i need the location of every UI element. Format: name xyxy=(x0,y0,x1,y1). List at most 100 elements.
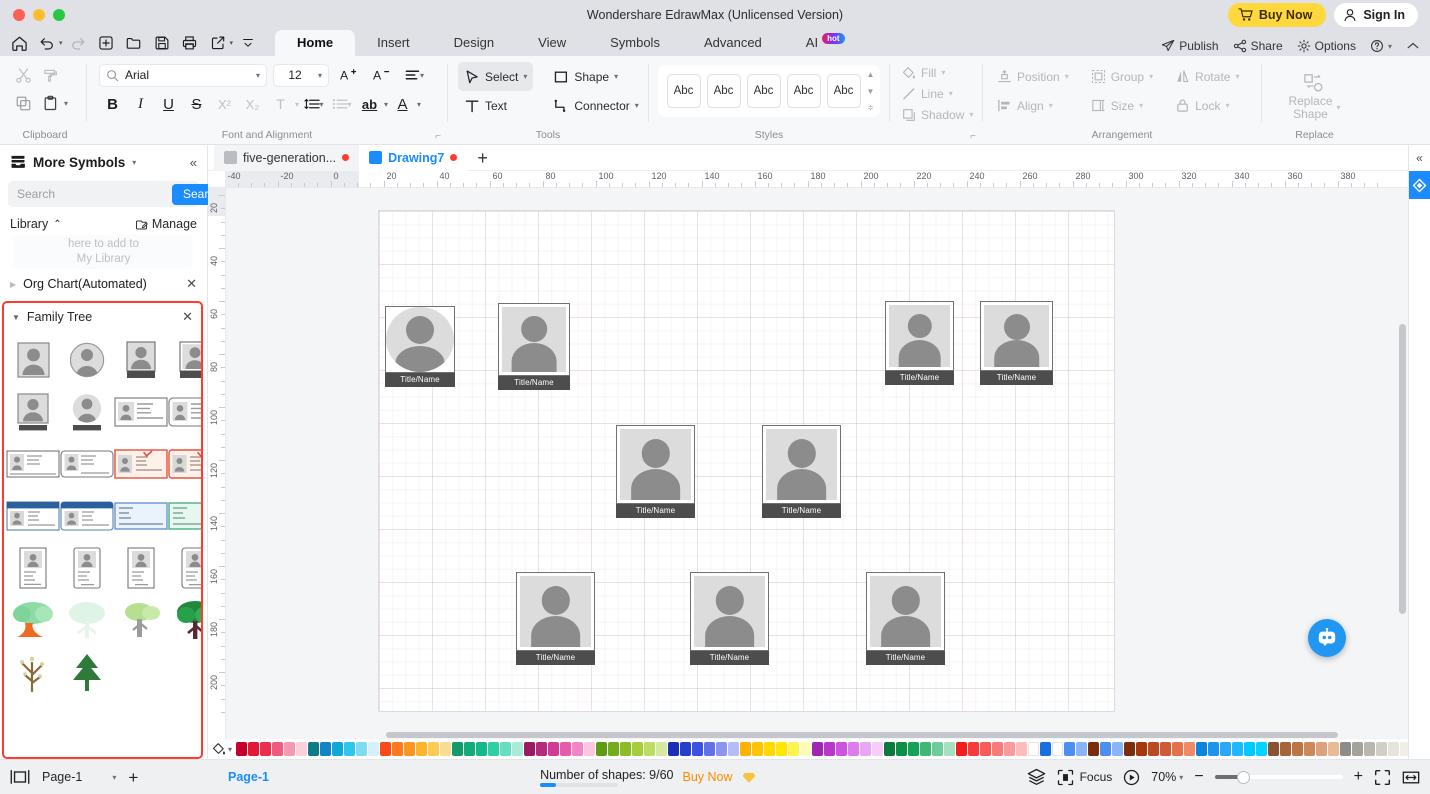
symbol-photo-circle-plain[interactable] xyxy=(60,335,114,385)
home-icon[interactable] xyxy=(6,32,32,54)
symbol-tree-dark-green-icon[interactable] xyxy=(168,595,201,645)
maximize-window-button[interactable] xyxy=(53,9,65,21)
highlight-button[interactable]: ab xyxy=(356,91,383,117)
color-swatch[interactable] xyxy=(896,742,907,756)
color-swatch[interactable] xyxy=(692,742,703,756)
symbol-tree-faded-icon[interactable] xyxy=(60,595,114,645)
family-member-7[interactable]: Title/Name xyxy=(516,572,595,666)
color-swatch[interactable] xyxy=(884,742,895,756)
symbol-card-vertical-3[interactable] xyxy=(114,543,168,593)
replace-shape-caret[interactable]: ▾ xyxy=(1337,103,1341,112)
page-selector[interactable]: Page-1 ▾ xyxy=(42,770,116,784)
align-arr-caret[interactable]: ▾ xyxy=(1049,101,1053,110)
sidebar-item-org-chart-automated[interactable]: ▶ Org Chart(Automated) ✕ xyxy=(0,269,207,299)
color-swatch[interactable] xyxy=(752,742,763,756)
style-preset-2[interactable]: Abc xyxy=(706,74,741,108)
color-swatch[interactable] xyxy=(788,742,799,756)
color-swatch[interactable] xyxy=(1352,742,1363,756)
highlight-caret[interactable]: ▾ xyxy=(384,100,388,109)
search-input[interactable] xyxy=(17,187,172,201)
symbol-photo-title-dark-2[interactable] xyxy=(168,335,201,385)
color-swatch[interactable] xyxy=(1316,742,1327,756)
paste-dropdown-caret[interactable]: ▾ xyxy=(64,99,68,108)
style-preset-5[interactable]: Abc xyxy=(826,74,861,108)
zoom-level-selector[interactable]: 70% ▾ xyxy=(1151,770,1183,784)
family-member-1[interactable]: Title/Name xyxy=(385,306,455,388)
symbol-card-horizontal-line[interactable] xyxy=(6,439,60,489)
tab-view[interactable]: View xyxy=(516,30,588,56)
color-swatch[interactable] xyxy=(920,742,931,756)
library-dropzone[interactable]: here to add to My Library xyxy=(14,235,193,269)
color-swatch[interactable] xyxy=(308,742,319,756)
family-member-5[interactable]: Title/Name xyxy=(616,425,695,519)
select-caret[interactable]: ▾ xyxy=(523,72,527,81)
font-family-box[interactable]: ▾ xyxy=(99,63,267,87)
styles-expand[interactable]: ≑ xyxy=(867,103,874,112)
add-page-button[interactable]: + xyxy=(128,769,138,786)
color-swatch[interactable] xyxy=(1052,742,1063,756)
color-swatch[interactable] xyxy=(1208,742,1219,756)
focus-mode-button[interactable]: Focus xyxy=(1057,769,1112,786)
symbol-tree-pine-icon[interactable] xyxy=(60,647,114,697)
canvas-vertical-scrollbar[interactable] xyxy=(1399,194,1406,733)
color-swatch[interactable] xyxy=(1064,742,1075,756)
color-swatch[interactable] xyxy=(1172,742,1183,756)
font-color-button[interactable]: A xyxy=(389,91,416,117)
font-family-input[interactable] xyxy=(125,68,243,82)
ruler-corner[interactable] xyxy=(208,171,226,188)
color-swatch[interactable] xyxy=(1196,742,1207,756)
font-family-caret[interactable]: ▾ xyxy=(256,71,260,80)
status-buy-now-link[interactable]: Buy Now xyxy=(682,770,732,784)
presentation-icon[interactable] xyxy=(1123,769,1140,786)
color-swatch[interactable] xyxy=(596,742,607,756)
align-button[interactable]: ▾ xyxy=(401,62,428,88)
zoom-caret[interactable]: ▾ xyxy=(1179,773,1183,782)
color-swatch[interactable] xyxy=(1136,742,1147,756)
line-button[interactable]: Line ▾ xyxy=(896,83,959,104)
color-swatch[interactable] xyxy=(284,742,295,756)
bullets-button[interactable]: ▾ xyxy=(328,91,355,117)
line-caret[interactable]: ▾ xyxy=(949,89,953,98)
family-member-8[interactable]: Title/Name xyxy=(690,572,769,666)
color-swatch[interactable] xyxy=(524,742,535,756)
zoom-out-button[interactable]: − xyxy=(1194,768,1203,786)
symbol-card-vertical-1[interactable] xyxy=(6,543,60,593)
color-swatch[interactable] xyxy=(368,742,379,756)
color-swatch[interactable] xyxy=(260,742,271,756)
color-swatch[interactable] xyxy=(428,742,439,756)
color-swatch[interactable] xyxy=(344,742,355,756)
color-swatch[interactable] xyxy=(1364,742,1375,756)
theme-panel-button[interactable] xyxy=(1408,171,1430,199)
color-swatch[interactable] xyxy=(1160,742,1171,756)
color-swatch[interactable] xyxy=(320,742,331,756)
symbol-photo-title-below[interactable] xyxy=(6,387,60,437)
group-caret[interactable]: ▾ xyxy=(1149,72,1153,81)
fit-width-icon[interactable] xyxy=(1402,769,1420,786)
symbol-tree-light-green-icon[interactable] xyxy=(114,595,168,645)
symbol-card-horizontal-plain[interactable] xyxy=(114,387,168,437)
grow-font-button[interactable]: A xyxy=(335,62,362,88)
symbol-photo-title-dark[interactable] xyxy=(114,335,168,385)
color-swatch[interactable] xyxy=(800,742,811,756)
undo-icon[interactable] xyxy=(34,32,60,54)
family-member-2[interactable]: Title/Name xyxy=(498,303,570,391)
color-swatch[interactable] xyxy=(536,742,547,756)
color-swatch[interactable] xyxy=(1004,742,1015,756)
color-swatch[interactable] xyxy=(632,742,643,756)
color-swatch[interactable] xyxy=(1076,742,1087,756)
color-swatch[interactable] xyxy=(1028,742,1039,756)
fill-dialog-launcher[interactable]: ⌐ xyxy=(970,131,976,142)
family-member-6[interactable]: Title/Name xyxy=(762,425,841,519)
color-swatch[interactable] xyxy=(668,742,679,756)
color-swatch[interactable] xyxy=(1376,742,1387,756)
tab-design[interactable]: Design xyxy=(432,30,516,56)
shrink-font-button[interactable]: A xyxy=(368,62,395,88)
symbols-panel-caret[interactable]: ▾ xyxy=(132,158,136,167)
color-swatch[interactable] xyxy=(1388,742,1399,756)
page-tab-page-1[interactable]: Page-1 xyxy=(228,770,269,784)
shape-caret[interactable]: ▾ xyxy=(614,72,618,81)
style-preset-3[interactable]: Abc xyxy=(746,74,781,108)
symbol-card-vertical-4[interactable] xyxy=(168,543,201,593)
align-arrangement-button[interactable]: Align ▾ xyxy=(991,91,1075,120)
color-swatch-list[interactable] xyxy=(236,742,1408,756)
